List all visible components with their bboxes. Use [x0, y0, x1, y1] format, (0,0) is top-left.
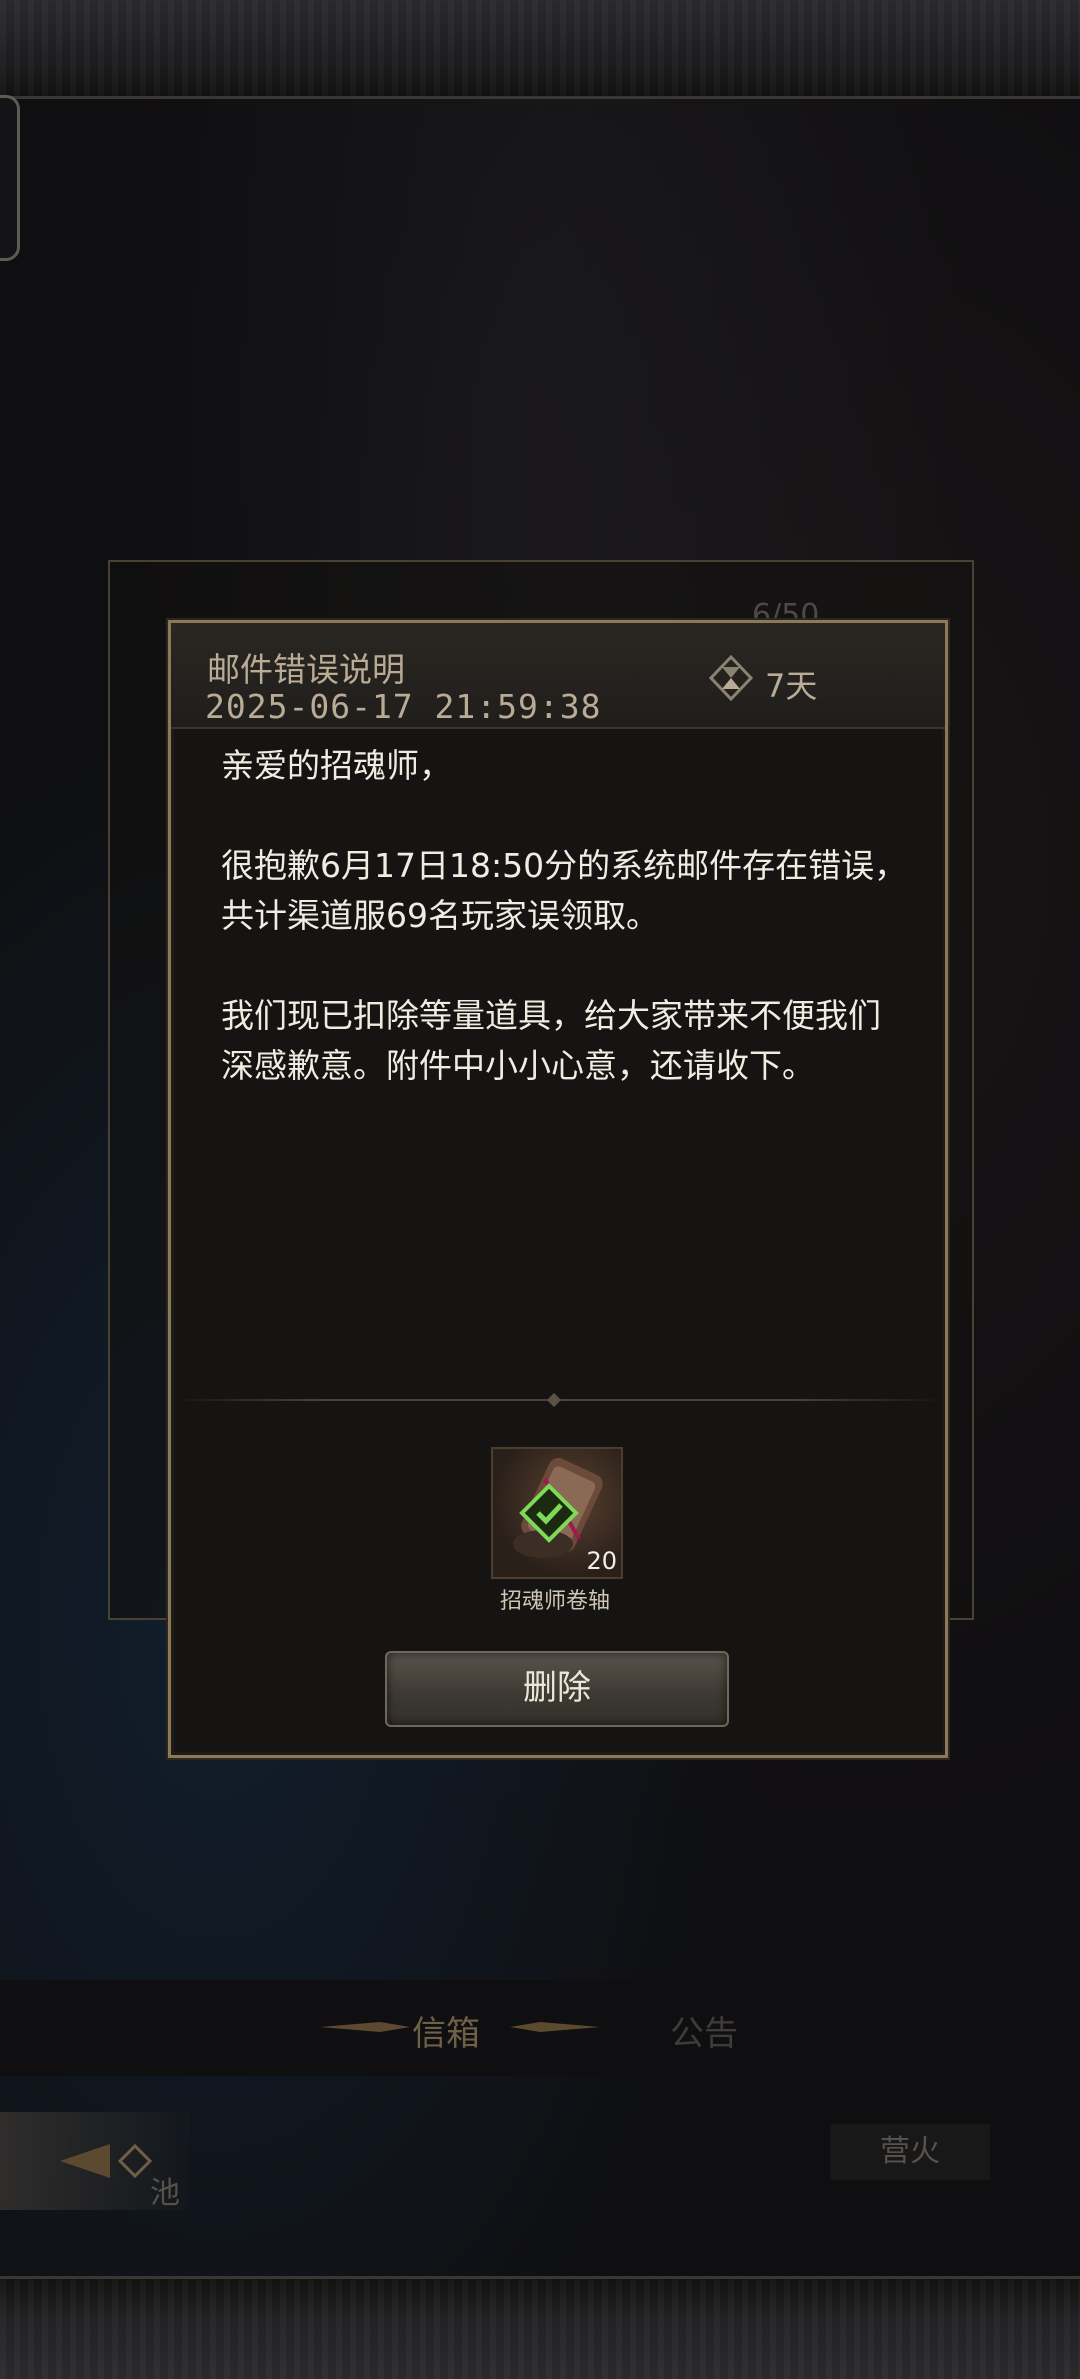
tab-ornament-right-icon [510, 2022, 600, 2032]
mail-date: 2025-06-17 21:59:38 [205, 687, 602, 726]
nav-pool-label: 池 [150, 2176, 180, 2211]
expire-days: 7天 [765, 667, 818, 705]
campfire-button[interactable]: 营火 [830, 2124, 990, 2180]
bottom-frame-bar [0, 2276, 1080, 2379]
top-frame-bar [0, 0, 1080, 99]
claimed-check-icon [519, 1483, 579, 1543]
arrow-left-icon [60, 2143, 153, 2179]
tab-ornament-left-icon [320, 2022, 410, 2032]
tab-notice[interactable]: 公告 [670, 2006, 738, 2055]
mail-paragraph-1: 很抱歉6月17日18:50分的系统邮件存在错误，共计渠道服69名玩家误领取。 [221, 846, 908, 935]
mail-header: 邮件错误说明 2025-06-17 21:59:38 7天 [171, 623, 945, 729]
hourglass-icon [709, 655, 753, 701]
delete-button[interactable]: 删除 [385, 1651, 729, 1727]
mail-paragraph-2: 我们现已扣除等量道具，给大家带来不便我们深感歉意。附件中小小心意，还请收下。 [221, 996, 881, 1085]
mail-title: 邮件错误说明 [207, 650, 405, 689]
tab-mail[interactable]: 信箱 [412, 2006, 480, 2055]
attachment-item[interactable]: 20 [491, 1447, 623, 1579]
mail-body: 亲爱的招魂师， 很抱歉6月17日18:50分的系统邮件存在错误，共计渠道服69名… [221, 741, 911, 1141]
mail-greeting: 亲爱的招魂师， [221, 746, 452, 785]
divider-ornament [546, 1392, 562, 1408]
mail-detail-dialog: 邮件错误说明 2025-06-17 21:59:38 7天 亲爱的招魂师， 很抱… [168, 620, 948, 1758]
attachment-name: 招魂师卷轴 [499, 1589, 610, 1614]
left-edge-tab[interactable] [0, 95, 20, 261]
attachment-count: 20 [586, 1547, 617, 1575]
